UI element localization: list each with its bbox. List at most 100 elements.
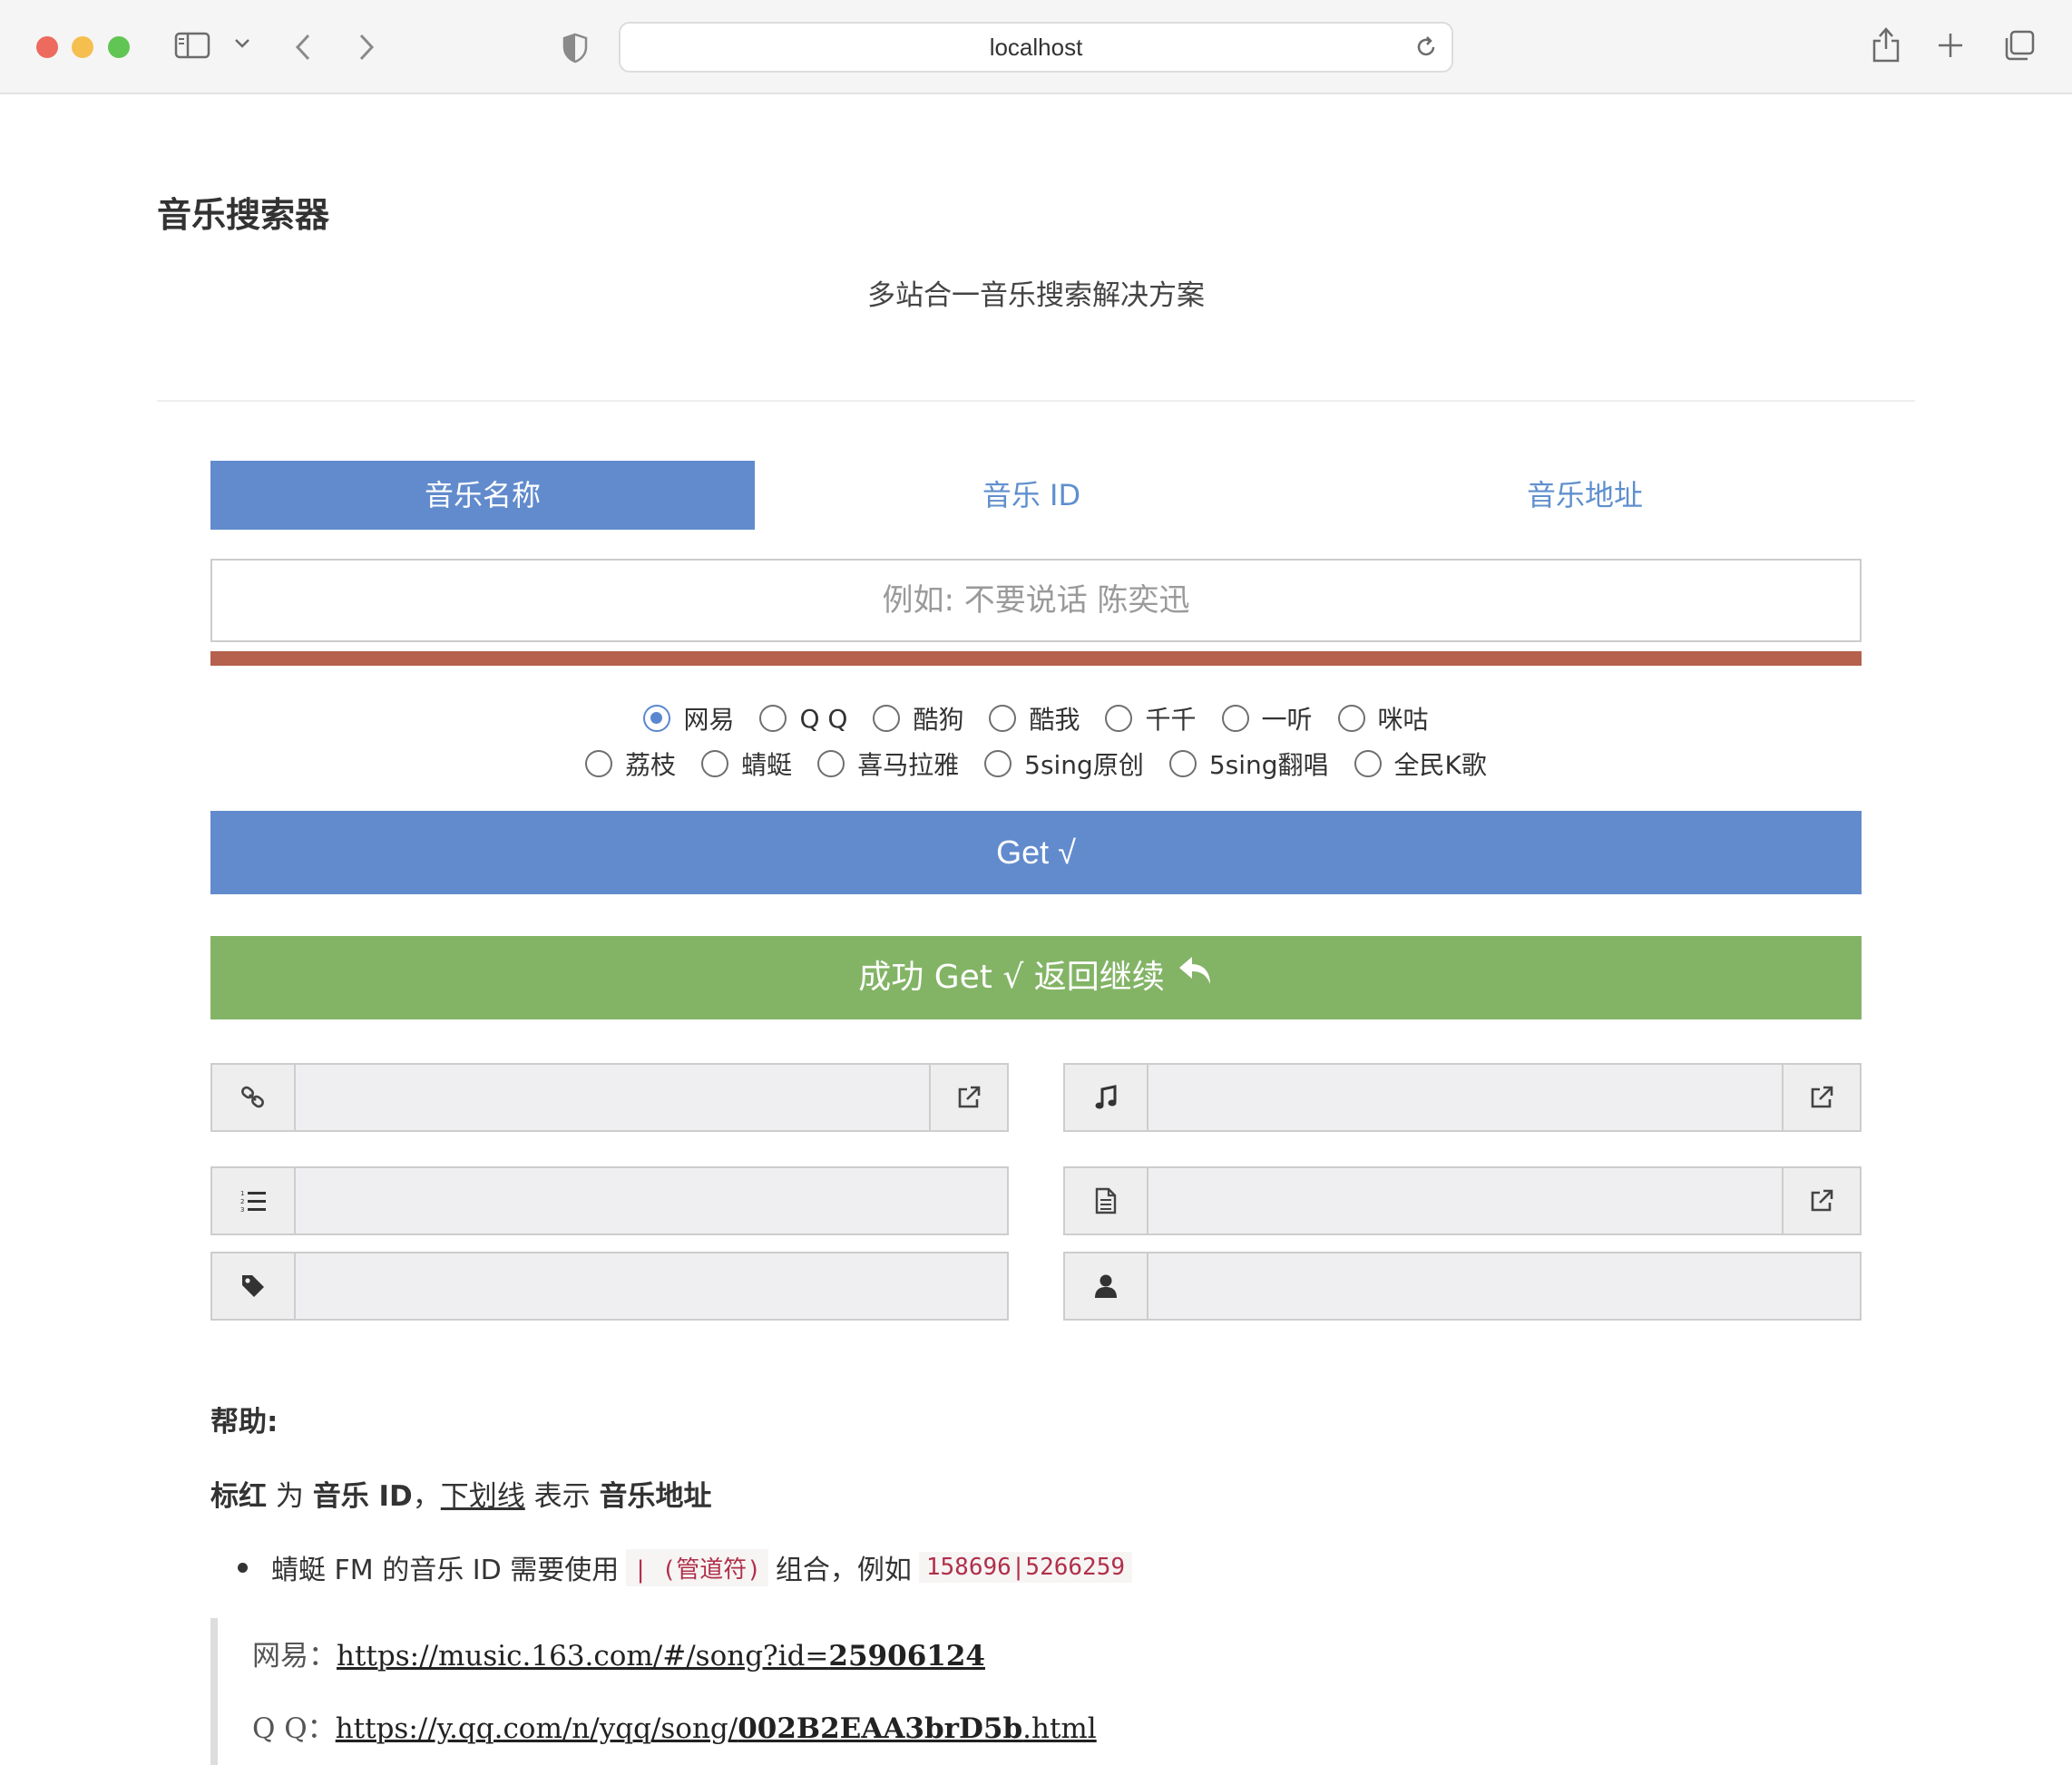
radio-ximalaya[interactable]: 喜马拉雅 — [817, 747, 959, 780]
zoom-window-button[interactable] — [108, 36, 130, 58]
artist-field — [1063, 1252, 1862, 1321]
example-qq: Q Q：https://y.qq.com/n/yqq/song/002B2EAA… — [252, 1705, 1097, 1746]
open-lyrics-external-icon[interactable] — [1782, 1168, 1860, 1234]
help-music-url-label: 音乐地址 — [599, 1480, 712, 1513]
reload-icon[interactable] — [1413, 34, 1439, 63]
help-text: 表示 — [524, 1480, 600, 1513]
tab-music-name[interactable]: 音乐名称 — [210, 461, 755, 530]
radio-button[interactable] — [989, 705, 1017, 732]
radio-button[interactable] — [817, 750, 845, 777]
example-netease: 网易：https://music.163.com/#/song?id=25906… — [252, 1633, 985, 1673]
sidebar-toggle-icon[interactable] — [174, 31, 210, 60]
help-legend: 标红 为 音乐 ID，下划线 表示 音乐地址 — [210, 1473, 712, 1514]
radio-label: 千千 — [1145, 705, 1197, 735]
radio-button[interactable] — [1354, 750, 1382, 777]
page-title: 音乐搜索器 — [157, 195, 330, 235]
privacy-shield-icon[interactable] — [562, 33, 588, 63]
radio-quanmin-kge[interactable]: 全民K歌 — [1354, 747, 1487, 780]
url-prefix: https://music.163.com/#/song?id= — [337, 1640, 829, 1672]
radio-label: 酷狗 — [913, 705, 964, 735]
radio-yiting[interactable]: 一听 — [1221, 702, 1313, 735]
forward-arrow-icon[interactable] — [356, 33, 377, 62]
radio-button[interactable] — [1105, 705, 1133, 732]
radio-kugou[interactable]: 酷狗 — [873, 702, 963, 735]
svg-text:1: 1 — [240, 1190, 244, 1197]
radio-kuwo[interactable]: 酷我 — [989, 702, 1080, 735]
chevron-down-icon[interactable] — [234, 38, 250, 49]
radio-label: 酷我 — [1029, 705, 1080, 735]
radio-migu[interactable]: 咪咕 — [1337, 702, 1429, 735]
song-title-value[interactable] — [296, 1253, 1007, 1319]
tab-music-id[interactable]: 音乐 ID — [755, 461, 1308, 530]
help-underline-label: 下划线 — [440, 1480, 525, 1513]
radio-qianqian[interactable]: 千千 — [1105, 702, 1197, 735]
url-id: 25906124 — [828, 1640, 985, 1672]
radio-label: 蜻蜓 — [741, 750, 793, 780]
music-url-value[interactable] — [1148, 1065, 1782, 1130]
radio-lizhi[interactable]: 荔枝 — [585, 747, 676, 780]
success-return-button[interactable]: 成功 Get √ 返回继续 — [210, 936, 1862, 1019]
radio-5sing-original[interactable]: 5sing原创 — [984, 747, 1144, 780]
radio-button[interactable] — [1337, 705, 1365, 732]
radio-button[interactable] — [643, 705, 671, 732]
reply-arrow-icon — [1178, 934, 1214, 1018]
open-link-external-icon[interactable] — [929, 1065, 1007, 1130]
tab-overview-icon[interactable] — [2003, 29, 2036, 62]
bullet-text: 组合，例如 — [775, 1555, 912, 1586]
radio-5sing-cover[interactable]: 5sing翻唱 — [1168, 747, 1329, 780]
radio-button[interactable] — [1221, 705, 1249, 732]
file-text-icon — [1065, 1168, 1148, 1234]
success-return-label: 成功 Get √ 返回继续 — [858, 959, 1165, 996]
example-label: 网易： — [252, 1640, 337, 1672]
lyrics-file-value[interactable] — [1148, 1168, 1782, 1234]
radio-label: Q Q — [799, 703, 848, 734]
bullet-disc — [238, 1562, 248, 1573]
radio-qingting[interactable]: 蜻蜓 — [701, 747, 792, 780]
minimize-window-button[interactable] — [72, 36, 93, 58]
example-netease-link[interactable]: https://music.163.com/#/song?id=25906124 — [337, 1640, 985, 1672]
radio-label: 一听 — [1261, 705, 1313, 735]
address-bar[interactable]: localhost — [619, 22, 1453, 73]
numbered-list-icon: 123 — [212, 1168, 296, 1234]
song-title-field — [210, 1252, 1009, 1321]
share-icon[interactable] — [1871, 25, 1901, 63]
lyrics-list-value[interactable] — [296, 1168, 1007, 1234]
tag-icon — [212, 1253, 296, 1319]
help-title: 帮助: — [210, 1406, 279, 1438]
pipe-code: | (管道符) — [626, 1548, 768, 1586]
radio-button[interactable] — [873, 705, 901, 732]
url-prefix: https://y.qq.com/n/yqq/song/ — [335, 1712, 738, 1745]
radio-button[interactable] — [984, 750, 1012, 777]
radio-qq[interactable]: Q Q — [759, 702, 847, 735]
example-urls-blockquote: 网易：https://music.163.com/#/song?id=25906… — [210, 1618, 1862, 1765]
new-tab-plus-icon[interactable] — [1936, 31, 1965, 60]
artist-value[interactable] — [1148, 1253, 1860, 1319]
search-input[interactable] — [210, 559, 1862, 642]
radio-button[interactable] — [1168, 750, 1197, 777]
get-button[interactable]: Get √ — [210, 811, 1862, 894]
song-link-value[interactable] — [296, 1065, 929, 1130]
source-radio-group-row2: 荔枝 蜻蜓 喜马拉雅 5sing原创 5sing翻唱 全民K歌 — [0, 747, 2072, 780]
music-note-icon — [1065, 1065, 1148, 1130]
radio-button[interactable] — [759, 705, 787, 732]
help-bullet-qingting: 蜻蜓 FM 的音乐 ID 需要使用 | (管道符) 组合，例如 158696|5… — [238, 1547, 1139, 1587]
example-id-code: 158696|5266259 — [918, 1552, 1133, 1583]
validation-error-bar — [210, 651, 1862, 666]
radio-netease[interactable]: 网易 — [643, 702, 734, 735]
open-music-external-icon[interactable] — [1782, 1065, 1860, 1130]
radio-button[interactable] — [585, 750, 613, 777]
tab-music-url[interactable]: 音乐地址 — [1308, 461, 1862, 530]
music-url-field — [1063, 1063, 1862, 1132]
lyrics-list-field: 123 — [210, 1166, 1009, 1235]
svg-text:3: 3 — [240, 1206, 244, 1214]
help-red-label: 标红 — [210, 1480, 267, 1513]
radio-label: 荔枝 — [625, 750, 677, 780]
example-label: Q Q： — [252, 1712, 336, 1745]
back-arrow-icon[interactable] — [292, 33, 314, 62]
radio-button[interactable] — [701, 750, 729, 777]
radio-label: 喜马拉雅 — [857, 750, 960, 780]
header-divider — [157, 400, 1915, 402]
example-qq-link[interactable]: https://y.qq.com/n/yqq/song/002B2EAA3brD… — [336, 1712, 1097, 1745]
close-window-button[interactable] — [36, 36, 58, 58]
url-id: 002B2EAA3brD5b — [738, 1712, 1023, 1745]
